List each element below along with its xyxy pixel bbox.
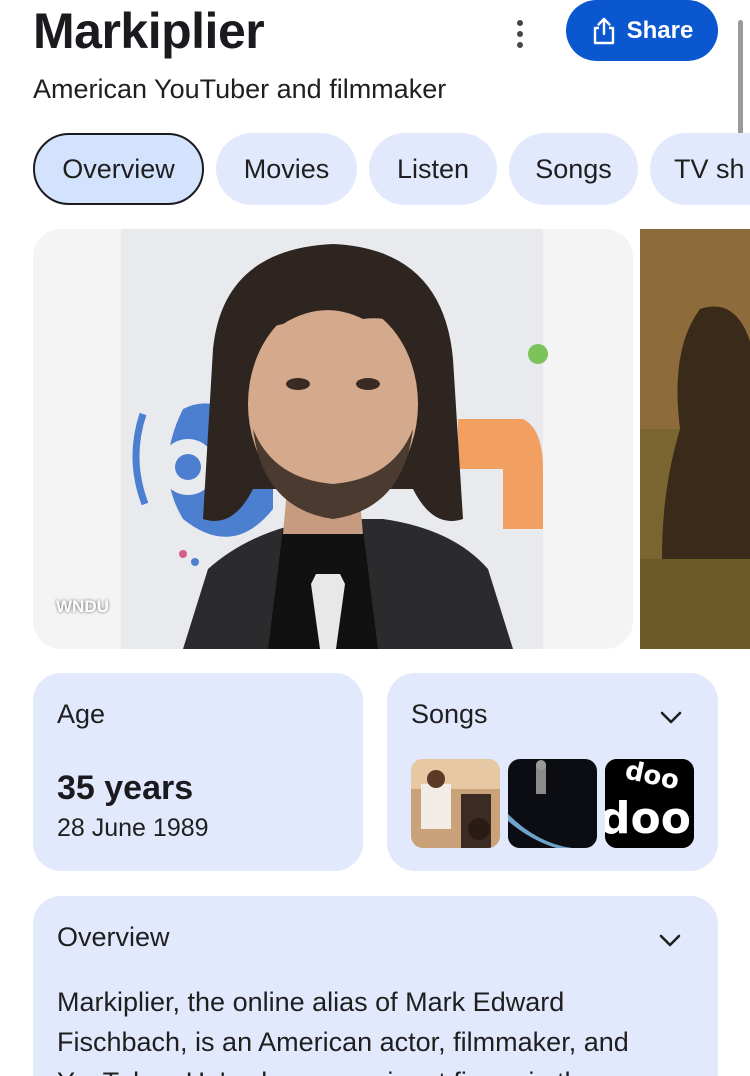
scrollbar[interactable] (738, 20, 743, 140)
tab-songs[interactable]: Songs (509, 133, 638, 205)
song-thumbnail[interactable] (508, 759, 597, 848)
chevron-down-icon[interactable] (656, 926, 684, 954)
entity-title: Markiplier (33, 3, 265, 59)
tab-listen[interactable]: Listen (369, 133, 497, 205)
tab-movies[interactable]: Movies (216, 133, 357, 205)
age-value: 35 years (57, 769, 194, 807)
share-label: Share (626, 16, 694, 44)
song-thumbnail[interactable] (411, 759, 500, 848)
secondary-photo (640, 229, 750, 649)
song-thumbnail[interactable]: doo doo (605, 759, 694, 848)
song-thumbnail-text: doo (605, 793, 691, 844)
entity-subtitle: American YouTuber and filmmaker (33, 74, 447, 104)
songs-label: Songs (411, 699, 488, 729)
songs-card[interactable]: Songs doo doo (387, 673, 718, 871)
chevron-down-icon[interactable] (657, 703, 685, 731)
share-button[interactable]: Share (566, 0, 718, 61)
more-options-button[interactable] (505, 14, 535, 54)
image-carousel: WNDU (33, 229, 750, 649)
birth-date: 28 June 1989 (57, 814, 209, 842)
tab-overview[interactable]: Overview (33, 133, 204, 205)
share-icon (593, 17, 614, 44)
age-card[interactable]: Age 35 years 28 June 1989 (33, 673, 363, 871)
entity-tabs: Overview Movies Listen Songs TV sh (33, 133, 750, 205)
image-credit: WNDU (56, 597, 109, 616)
overview-card[interactable]: Overview Markiplier, the online alias of… (33, 896, 718, 1076)
song-thumbnails: doo doo (411, 759, 694, 848)
portrait-photo (33, 229, 633, 649)
tab-tv-shows[interactable]: TV sh (650, 133, 750, 205)
knowledge-panel-header: Markiplier American YouTuber and filmmak… (0, 0, 750, 120)
overview-text: Markiplier, the online alias of Mark Edw… (57, 987, 629, 1076)
age-label: Age (57, 699, 106, 729)
secondary-image[interactable] (640, 229, 750, 649)
overview-label: Overview (57, 922, 170, 952)
main-portrait-image[interactable]: WNDU (33, 229, 633, 649)
more-vert-icon (517, 20, 523, 26)
